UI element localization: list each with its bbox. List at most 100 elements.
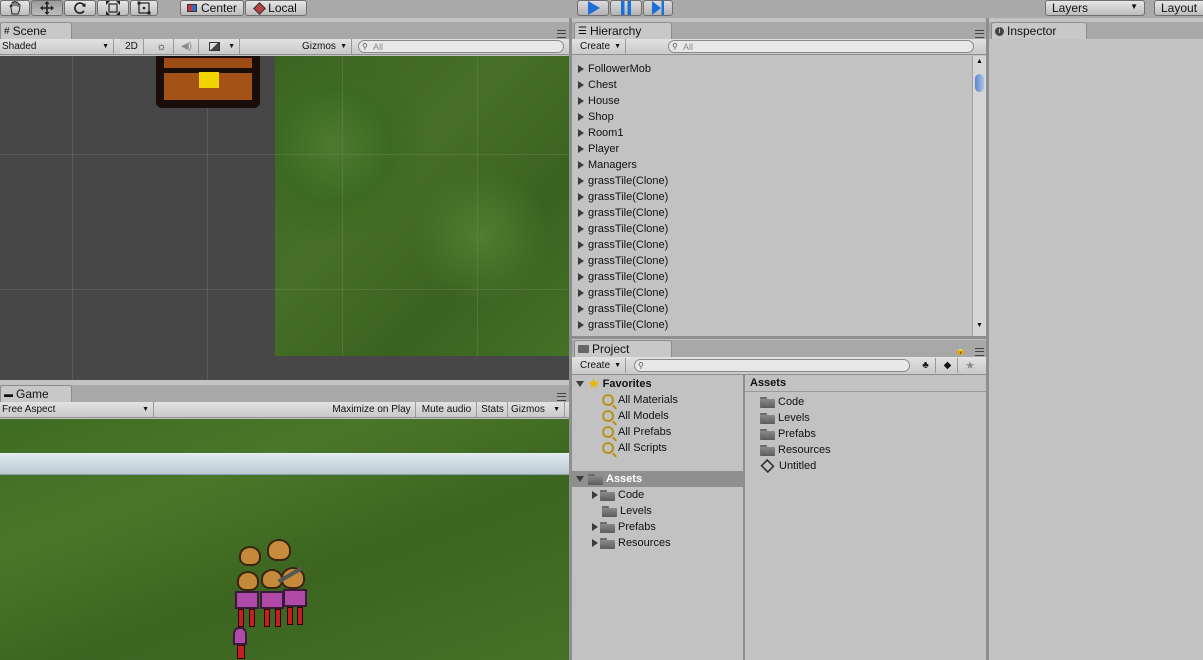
tab-hierarchy[interactable]: ☰ Hierarchy xyxy=(574,22,672,39)
rect-tool-button[interactable] xyxy=(130,0,158,16)
expand-arrow-icon[interactable] xyxy=(578,161,584,169)
hand-tool-button[interactable] xyxy=(0,0,30,16)
expand-arrow-icon[interactable] xyxy=(578,241,584,249)
effects-dropdown[interactable]: ▼ xyxy=(204,39,240,54)
asset-folder-item[interactable]: Code xyxy=(588,487,644,503)
tab-project[interactable]: Project xyxy=(574,340,672,357)
tab-inspector[interactable]: i Inspector xyxy=(991,22,1087,39)
asset-folder-item[interactable]: Levels xyxy=(602,503,652,519)
asset-list-item[interactable]: Code xyxy=(760,394,804,410)
asset-list-item[interactable]: Prefabs xyxy=(760,426,816,442)
hierarchy-item[interactable]: grassTile(Clone) xyxy=(572,173,668,189)
project-create-dropdown[interactable]: Create ▼ xyxy=(578,358,626,373)
scrollbar-thumb[interactable] xyxy=(975,74,984,92)
hierarchy-item[interactable]: Room1 xyxy=(572,125,623,141)
aspect-dropdown[interactable]: Free Aspect ▼ xyxy=(0,402,154,417)
expand-arrow-icon[interactable] xyxy=(578,81,584,89)
hierarchy-search-input[interactable]: ⚲ All xyxy=(668,40,974,53)
favorite-item[interactable]: All Materials xyxy=(602,392,678,408)
favorite-item[interactable]: All Scripts xyxy=(602,440,667,456)
hierarchy-menu-icon[interactable] xyxy=(975,30,984,38)
hierarchy-scrollbar[interactable]: ▲ ▼ xyxy=(972,56,986,336)
filter-type-button[interactable]: ♣ xyxy=(916,358,936,373)
assets-root-item[interactable]: Assets xyxy=(572,471,743,487)
play-button[interactable] xyxy=(577,0,609,16)
assets-breadcrumb[interactable]: Assets xyxy=(745,375,986,392)
hierarchy-create-dropdown[interactable]: Create ▼ xyxy=(578,39,626,54)
stats-toggle[interactable]: Stats xyxy=(478,402,508,417)
asset-folder-item[interactable]: Prefabs xyxy=(588,519,656,535)
hierarchy-item[interactable]: Managers xyxy=(572,157,637,173)
hierarchy-item[interactable]: Player xyxy=(572,141,619,157)
hierarchy-item[interactable]: Shop xyxy=(572,109,614,125)
chevron-up-icon[interactable]: ▲ xyxy=(976,58,983,65)
hierarchy-item[interactable]: grassTile(Clone) xyxy=(572,301,668,317)
expand-arrow-icon[interactable] xyxy=(578,225,584,233)
step-button[interactable] xyxy=(643,0,673,16)
favorite-button[interactable]: ★ xyxy=(960,358,980,373)
hierarchy-item[interactable]: Chest xyxy=(572,77,617,93)
chest-sprite[interactable] xyxy=(156,56,260,108)
asset-list-item[interactable]: Levels xyxy=(760,410,810,426)
scene-viewport[interactable] xyxy=(0,56,569,380)
2d-toggle[interactable]: 2D xyxy=(120,39,144,54)
scale-tool-button[interactable] xyxy=(97,0,129,16)
scene-search-input[interactable]: ⚲ All xyxy=(358,40,564,53)
maximize-on-play-toggle[interactable]: Maximize on Play xyxy=(328,402,416,417)
game-gizmos-dropdown[interactable]: Gizmos ▼ xyxy=(509,402,565,417)
hierarchy-item[interactable]: grassTile(Clone) xyxy=(572,253,668,269)
tab-scene[interactable]: # Scene xyxy=(0,22,72,39)
hierarchy-item[interactable]: FollowerMob xyxy=(572,61,651,77)
favorite-item[interactable]: All Models xyxy=(602,408,669,424)
tab-game[interactable]: ▬ Game xyxy=(0,385,72,402)
rotate-tool-button[interactable] xyxy=(64,0,96,16)
expand-arrow-icon[interactable] xyxy=(578,129,584,137)
hierarchy-item[interactable]: grassTile(Clone) xyxy=(572,237,668,253)
audio-toggle[interactable]: ◀) xyxy=(175,39,199,54)
mute-audio-toggle[interactable]: Mute audio xyxy=(417,402,477,417)
expand-arrow-icon[interactable] xyxy=(578,321,584,329)
favorite-item[interactable]: All Prefabs xyxy=(602,424,671,440)
lighting-toggle[interactable]: ☼ xyxy=(150,39,174,54)
asset-list-item[interactable]: Resources xyxy=(760,442,831,458)
layout-dropdown[interactable]: Layout xyxy=(1154,0,1203,16)
expand-arrow-icon[interactable] xyxy=(578,289,584,297)
project-menu-icon[interactable] xyxy=(975,348,984,356)
expand-arrow-icon[interactable] xyxy=(578,193,584,201)
expand-arrow-icon[interactable] xyxy=(578,273,584,281)
panel-divider[interactable] xyxy=(572,336,986,339)
expand-arrow-icon[interactable] xyxy=(578,305,584,313)
game-viewport[interactable] xyxy=(0,419,569,660)
expand-arrow-icon[interactable] xyxy=(578,177,584,185)
asset-folder-item[interactable]: Resources xyxy=(588,535,671,551)
expand-arrow-icon[interactable] xyxy=(578,65,584,73)
space-toggle-button[interactable]: Local xyxy=(245,0,307,16)
asset-list-item[interactable]: Untitled xyxy=(760,458,816,474)
chevron-down-icon[interactable]: ▼ xyxy=(976,322,983,329)
move-tool-button[interactable] xyxy=(31,0,63,16)
game-menu-icon[interactable] xyxy=(557,393,566,401)
layers-dropdown[interactable]: Layers ▼ xyxy=(1045,0,1145,16)
expand-arrow-icon[interactable] xyxy=(578,145,584,153)
hierarchy-item[interactable]: grassTile(Clone) xyxy=(572,317,668,333)
hierarchy-item[interactable]: grassTile(Clone) xyxy=(572,189,668,205)
expand-arrow-icon[interactable] xyxy=(578,209,584,217)
filter-label-button[interactable]: ◆ xyxy=(938,358,958,373)
lock-icon[interactable]: 🔒 xyxy=(955,345,966,356)
pause-button[interactable] xyxy=(610,0,642,16)
scene-gizmos-dropdown[interactable]: Gizmos ▼ xyxy=(300,39,352,54)
pivot-toggle-button[interactable]: Center xyxy=(180,0,244,16)
hierarchy-item[interactable]: grassTile(Clone) xyxy=(572,221,668,237)
hierarchy-item[interactable]: grassTile(Clone) xyxy=(572,205,668,221)
hierarchy-item[interactable]: House xyxy=(572,93,620,109)
player-mob-sprites xyxy=(229,539,311,660)
project-search-input[interactable]: ⚲ xyxy=(634,359,910,372)
hierarchy-item[interactable]: grassTile(Clone) xyxy=(572,269,668,285)
expand-arrow-icon[interactable] xyxy=(578,257,584,265)
favorites-header[interactable]: ★ Favorites xyxy=(572,376,652,392)
scene-menu-icon[interactable] xyxy=(557,30,566,38)
expand-arrow-icon[interactable] xyxy=(578,113,584,121)
expand-arrow-icon[interactable] xyxy=(578,97,584,105)
shading-dropdown[interactable]: Shaded ▼ xyxy=(0,39,114,54)
hierarchy-item[interactable]: grassTile(Clone) xyxy=(572,285,668,301)
